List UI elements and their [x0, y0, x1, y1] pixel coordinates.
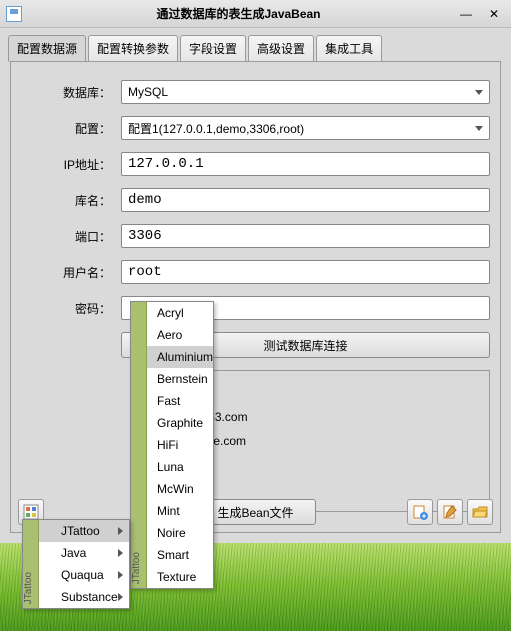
- dbname-input[interactable]: [121, 188, 490, 212]
- user-label: 用户名：: [21, 264, 121, 281]
- theme-submenu: JTattoo Acryl Aero Aluminium Bernstein F…: [130, 301, 214, 589]
- chevron-down-icon: [475, 126, 483, 131]
- arrow-right-icon: [118, 527, 123, 535]
- laf-item-substance[interactable]: Substance: [39, 586, 129, 608]
- theme-item-mcwin[interactable]: McWin: [147, 478, 213, 500]
- theme-item-mint[interactable]: Mint: [147, 500, 213, 522]
- close-button[interactable]: ✕: [483, 5, 505, 23]
- arrow-right-icon: [118, 593, 123, 601]
- ip-input[interactable]: [121, 152, 490, 176]
- dbname-label: 库名：: [21, 192, 121, 209]
- port-label: 端口：: [21, 228, 121, 245]
- theme-item-aero[interactable]: Aero: [147, 324, 213, 346]
- theme-item-aluminium[interactable]: Aluminium: [147, 346, 213, 368]
- theme-item-bernstein[interactable]: Bernstein: [147, 368, 213, 390]
- database-select[interactable]: MySQL: [121, 80, 490, 104]
- theme-item-fast[interactable]: Fast: [147, 390, 213, 412]
- pass-label: 密码：: [21, 300, 121, 317]
- theme-item-hifi[interactable]: HiFi: [147, 434, 213, 456]
- chevron-down-icon: [475, 90, 483, 95]
- tab-tools[interactable]: 集成工具: [316, 35, 382, 62]
- theme-item-acryl[interactable]: Acryl: [147, 302, 213, 324]
- tab-fields[interactable]: 字段设置: [180, 35, 246, 62]
- config-label: 配置：: [21, 120, 121, 137]
- tab-datasource[interactable]: 配置数据源: [8, 35, 86, 62]
- arrow-right-icon: [118, 571, 123, 579]
- theme-item-noire[interactable]: Noire: [147, 522, 213, 544]
- theme-item-graphite[interactable]: Graphite: [147, 412, 213, 434]
- submenu-label: JTattoo: [131, 552, 146, 584]
- new-button[interactable]: [407, 499, 433, 525]
- database-label: 数据库：: [21, 84, 121, 101]
- submenu-sidebar: JTattoo: [131, 302, 147, 588]
- title-bar: 通过数据库的表生成JavaBean — ✕: [0, 0, 511, 28]
- theme-item-luna[interactable]: Luna: [147, 456, 213, 478]
- menu-sidebar-label: JTattoo: [23, 572, 38, 604]
- laf-item-java[interactable]: Java: [39, 542, 129, 564]
- config-select[interactable]: 配置1(127.0.0.1,demo,3306,root): [121, 116, 490, 140]
- menu-sidebar: JTattoo: [23, 520, 39, 608]
- open-button[interactable]: [467, 499, 493, 525]
- tab-bar: 配置数据源 配置转换参数 字段设置 高级设置 集成工具: [0, 28, 511, 61]
- laf-item-jtattoo[interactable]: JTattoo: [39, 520, 129, 542]
- form-panel: 数据库： MySQL 配置： 配置1(127.0.0.1,demo,3306,r…: [10, 61, 501, 533]
- laf-item-quaqua[interactable]: Quaqua: [39, 564, 129, 586]
- tab-advanced[interactable]: 高级设置: [248, 35, 314, 62]
- theme-item-smart[interactable]: Smart: [147, 544, 213, 566]
- window-title: 通过数据库的表生成JavaBean: [28, 5, 449, 22]
- theme-item-texture[interactable]: Texture: [147, 566, 213, 588]
- ip-label: IP地址：: [21, 156, 121, 173]
- database-value: MySQL: [128, 85, 168, 99]
- user-input[interactable]: [121, 260, 490, 284]
- tab-convert[interactable]: 配置转换参数: [88, 35, 178, 62]
- port-input[interactable]: [121, 224, 490, 248]
- toolbar-right: [407, 499, 493, 525]
- arrow-right-icon: [118, 549, 123, 557]
- edit-button[interactable]: [437, 499, 463, 525]
- minimize-button[interactable]: —: [455, 5, 477, 23]
- app-icon: [6, 6, 22, 22]
- laf-menu: JTattoo JTattoo Java Quaqua Substance: [22, 519, 130, 609]
- config-value: 配置1(127.0.0.1,demo,3306,root): [128, 120, 304, 137]
